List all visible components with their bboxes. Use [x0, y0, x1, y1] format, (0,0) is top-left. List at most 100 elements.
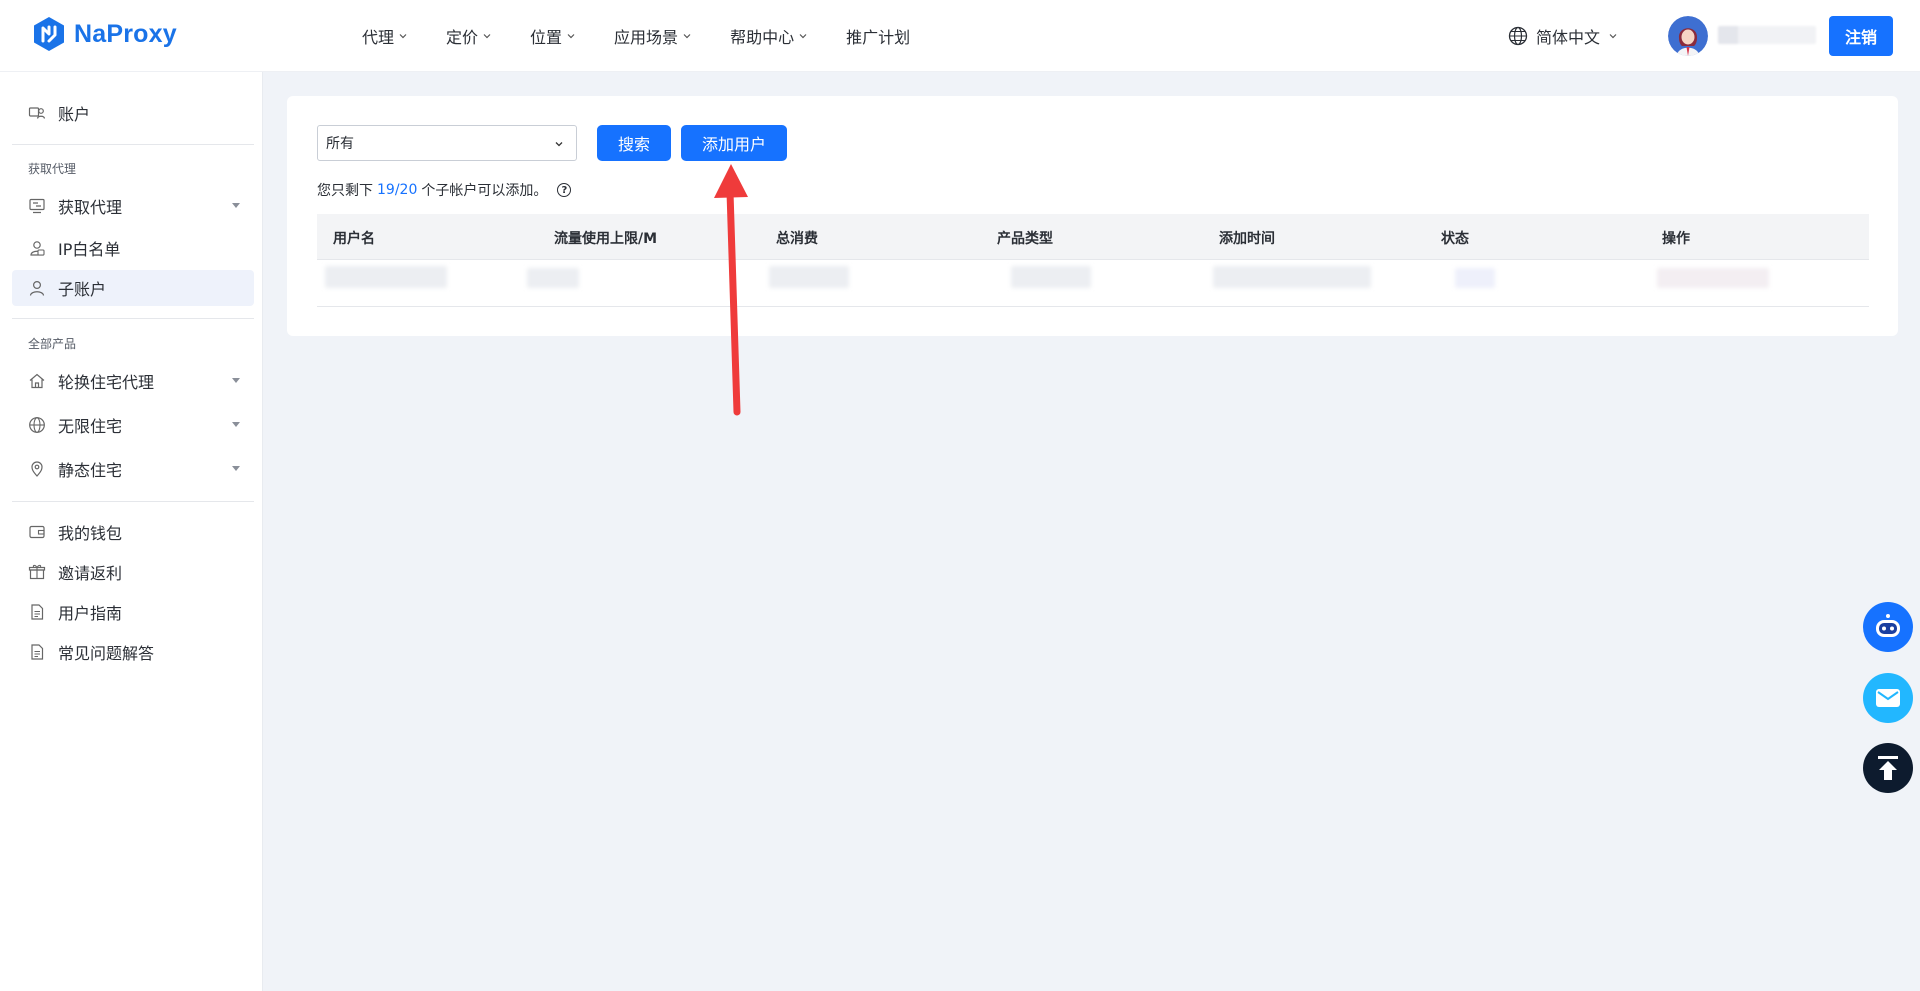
sidebar-item-ip-whitelist[interactable]: IP白名单: [12, 230, 254, 266]
sidebar-item-label: 获取代理: [58, 198, 123, 217]
avatar[interactable]: [1668, 16, 1708, 56]
sidebar-item-referral[interactable]: 邀请返利: [12, 554, 254, 590]
column-added-time: 添加时间: [1219, 231, 1275, 247]
nav-proxy[interactable]: 代理: [362, 24, 408, 48]
caret-down-icon: [232, 422, 240, 427]
status-filter-select[interactable]: 所有: [317, 125, 577, 161]
hint-suffix: 个子帐户可以添加。: [421, 183, 548, 199]
logo[interactable]: NaProxy: [32, 16, 177, 52]
help-icon[interactable]: ?: [557, 183, 572, 197]
add-user-button[interactable]: 添加用户: [681, 125, 787, 161]
sidebar-item-static-residential[interactable]: 静态住宅: [12, 451, 254, 487]
globe-icon: [1508, 26, 1528, 46]
sidebar-item-label: 轮换住宅代理: [58, 373, 155, 392]
logo-text: NaProxy: [74, 19, 177, 48]
nav-pricing[interactable]: 定价: [446, 24, 492, 48]
nav-location-label: 位置: [530, 28, 563, 47]
nav-proxy-label: 代理: [362, 28, 395, 47]
nav-affiliate[interactable]: 推广计划: [846, 24, 910, 48]
redacted-cell: [769, 266, 849, 288]
status-filter-value: 所有: [326, 136, 354, 152]
naproxy-logo-icon: [34, 17, 64, 51]
back-to-top-button[interactable]: [1863, 743, 1913, 793]
sidebar-divider: [12, 318, 254, 319]
logout-button[interactable]: 注销: [1829, 16, 1893, 56]
caret-down-icon: [232, 378, 240, 383]
sidebar-item-label: 子账户: [58, 280, 107, 299]
gift-icon: [28, 564, 46, 580]
sidebar-item-unlimited-residential[interactable]: 无限住宅: [12, 407, 254, 443]
main-nav: 代理 定价 位置 应用场景 帮助中心 推广计划: [362, 0, 948, 72]
sidebar-item-rotating-residential[interactable]: 轮换住宅代理: [12, 363, 254, 399]
sidebar-item-label: 用户指南: [58, 604, 123, 623]
proxy-icon: [29, 198, 45, 214]
chevron-down-icon: [399, 34, 407, 39]
quota-count: 19/20: [377, 182, 418, 198]
caret-down-icon: [232, 466, 240, 471]
chatbot-button[interactable]: [1863, 602, 1913, 652]
column-username: 用户名: [333, 231, 375, 247]
sub-account-quota-hint: 您只剩下 19/20 个子帐户可以添加。 ?: [317, 180, 572, 200]
account-icon: [28, 107, 46, 119]
chevron-down-icon: [483, 34, 491, 39]
sidebar-item-label: 无限住宅: [58, 417, 123, 436]
sidebar-item-label: 邀请返利: [58, 564, 123, 583]
top-header: NaProxy 代理 定价 位置 应用场景 帮助中心 推广计划 简体中文 注销: [0, 0, 1920, 72]
document-icon: [31, 604, 44, 620]
home-icon: [29, 373, 45, 389]
redacted-actions[interactable]: [1657, 268, 1769, 288]
location-icon: [31, 461, 43, 477]
search-button[interactable]: 搜索: [597, 125, 671, 161]
globe-icon: [29, 417, 45, 433]
caret-down-icon: [232, 203, 240, 208]
user-icon: [29, 280, 45, 296]
column-product-type: 产品类型: [997, 231, 1053, 247]
nav-affiliate-label: 推广计划: [846, 28, 911, 47]
language-label: 简体中文: [1536, 28, 1601, 47]
hint-prefix: 您只剩下: [317, 183, 373, 199]
sidebar-item-user-guide[interactable]: 用户指南: [12, 594, 254, 630]
chevron-down-icon: [1609, 34, 1617, 39]
sidebar-item-account[interactable]: 账户: [12, 95, 254, 131]
sidebar-item-wallet[interactable]: 我的钱包: [12, 514, 254, 550]
nav-help-center[interactable]: 帮助中心: [730, 24, 808, 48]
mail-icon: [1876, 689, 1900, 707]
table-row: [317, 260, 1869, 307]
sidebar-divider: [12, 144, 254, 145]
nav-use-cases-label: 应用场景: [614, 28, 679, 47]
sidebar-item-label: 我的钱包: [58, 524, 123, 543]
email-button[interactable]: [1863, 673, 1913, 723]
sidebar-item-label: 静态住宅: [58, 461, 123, 480]
column-actions: 操作: [1662, 231, 1690, 247]
sidebar-item-get-proxy[interactable]: 获取代理: [12, 188, 254, 224]
sidebar-item-sub-account[interactable]: 子账户: [12, 270, 254, 306]
faq-icon: [31, 644, 44, 660]
redacted-cell: [1213, 266, 1371, 288]
column-total-spend: 总消费: [776, 231, 818, 247]
nav-use-cases[interactable]: 应用场景: [614, 24, 692, 48]
column-traffic-limit: 流量使用上限/M: [554, 231, 658, 247]
chevron-down-icon: [799, 34, 807, 39]
wallet-icon: [29, 525, 45, 539]
nav-help-center-label: 帮助中心: [730, 28, 795, 47]
sidebar-item-faq[interactable]: 常见问题解答: [12, 634, 254, 670]
sidebar-divider: [12, 501, 254, 502]
avatar-image: [1668, 16, 1708, 56]
username-redacted: [1718, 26, 1816, 44]
sidebar-section-products: 全部产品: [28, 337, 77, 351]
sidebar-section-get-proxy: 获取代理: [28, 162, 77, 176]
redacted-status: [1455, 268, 1495, 288]
redacted-cell: [325, 266, 447, 288]
redacted-cell: [1011, 266, 1091, 288]
redacted-cell: [527, 268, 579, 288]
arrow-up-icon: [1878, 756, 1898, 780]
sidebar-item-label: 账户: [58, 105, 91, 124]
robot-icon: [1876, 614, 1900, 637]
language-selector[interactable]: 简体中文: [1508, 24, 1618, 48]
nav-location[interactable]: 位置: [530, 24, 576, 48]
chevron-down-icon: [555, 142, 563, 147]
chevron-down-icon: [683, 34, 691, 39]
chevron-down-icon: [567, 34, 575, 39]
table-header: 用户名 流量使用上限/M 总消费 产品类型 添加时间 状态 操作: [317, 214, 1869, 260]
sidebar-item-label: IP白名单: [58, 240, 121, 259]
